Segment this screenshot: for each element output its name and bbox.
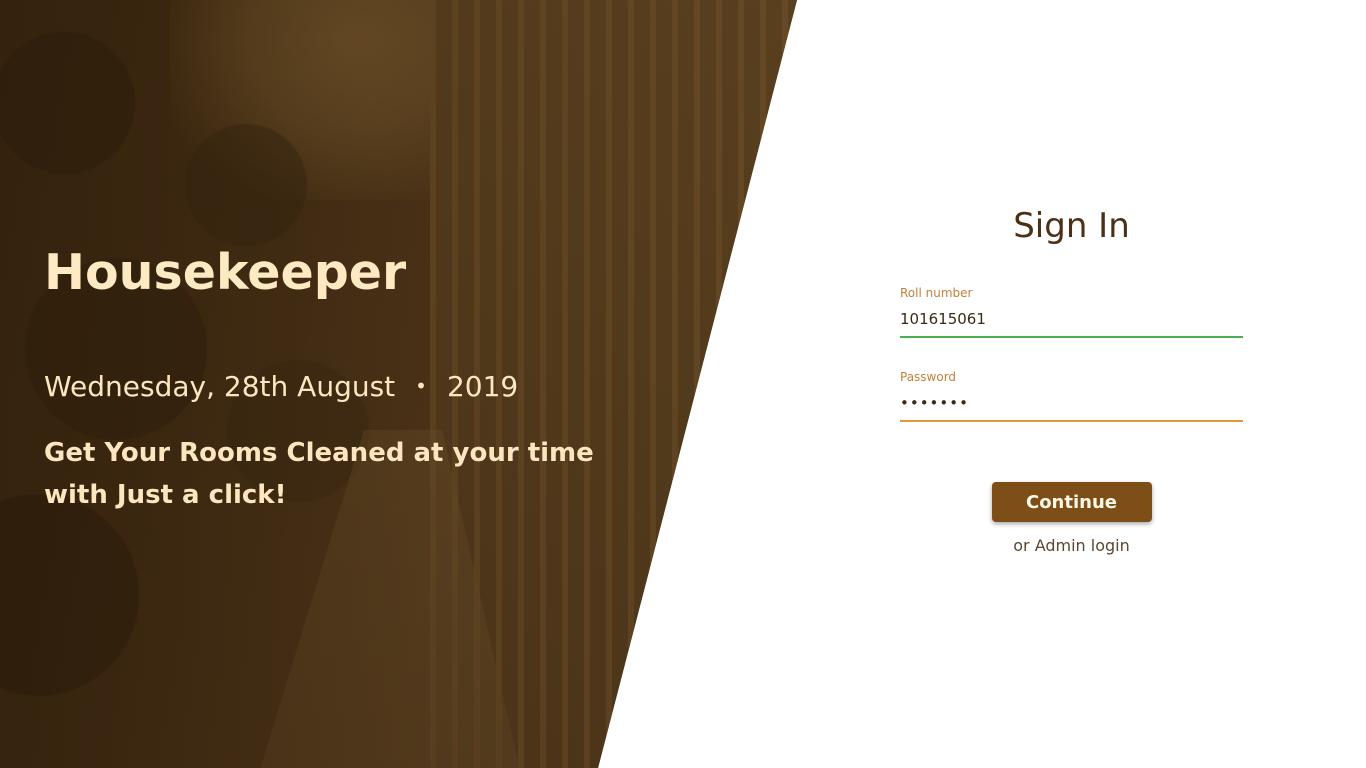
password-field: Password: [900, 370, 1243, 422]
roll-number-input[interactable]: [900, 300, 1243, 338]
admin-login-link[interactable]: Admin login: [1035, 536, 1130, 555]
date-separator: •: [415, 374, 427, 398]
date-text: Wednesday, 28th August: [44, 370, 396, 403]
password-label: Password: [900, 370, 957, 384]
signin-form: Sign In Roll number Password Continue or…: [900, 200, 1243, 555]
signin-title: Sign In: [1013, 206, 1130, 246]
roll-number-field: Roll number: [900, 286, 1243, 338]
admin-login-row: or Admin login: [900, 536, 1243, 555]
tagline: Get Your Rooms Cleaned at your time with…: [44, 438, 594, 510]
date-line: Wednesday, 28th August • 2019: [44, 370, 518, 403]
year-text: 2019: [446, 370, 519, 403]
continue-button[interactable]: Continue: [991, 482, 1152, 522]
app-title: Housekeeper: [44, 244, 407, 301]
admin-prefix: or: [1013, 536, 1030, 555]
roll-number-label: Roll number: [900, 286, 973, 300]
continue-wrap: Continue: [900, 482, 1243, 522]
password-input[interactable]: [900, 384, 1243, 422]
